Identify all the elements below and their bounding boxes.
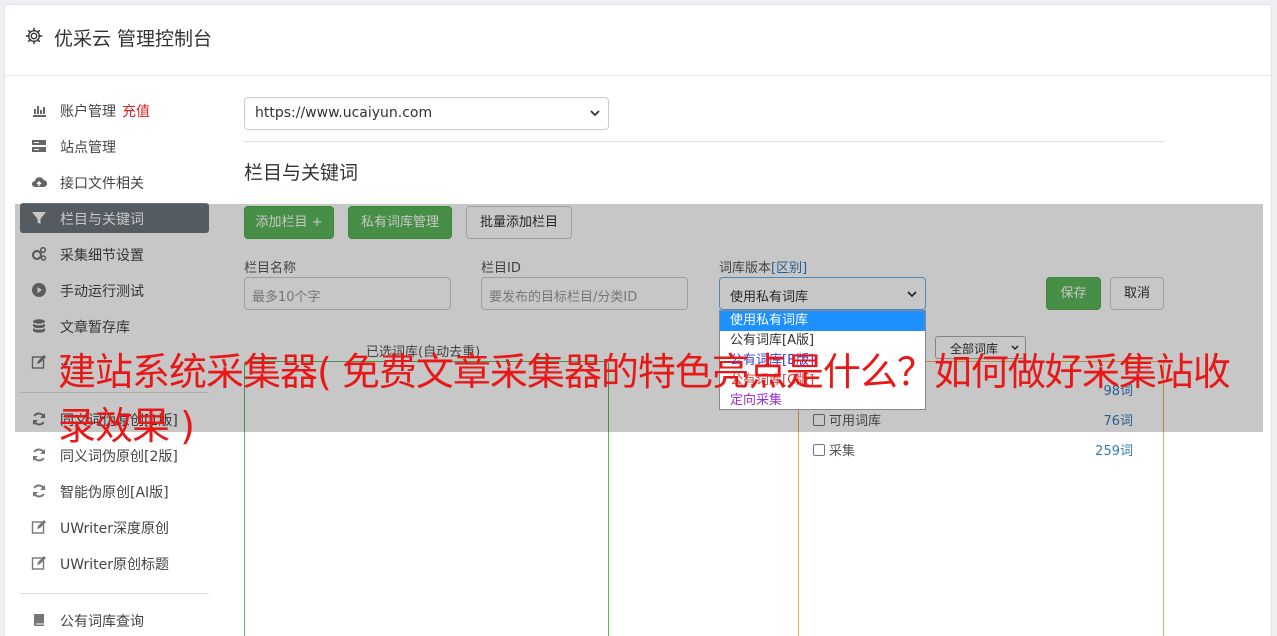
book-icon [34,614,44,626]
refresh-icon [33,412,45,426]
sidebar-item-sites[interactable]: 站点管理 [20,131,209,161]
sidebar-item-label: 手动运行测试 [60,284,144,300]
edit-icon [31,355,46,369]
column-id-input[interactable]: 要发布的目标栏目/分类ID [481,277,688,310]
section-title: 栏目与关键词 [244,162,359,184]
divider [244,141,1164,142]
private-lib-button[interactable]: 私有词库管理 [348,206,452,239]
lib-version-select[interactable]: 使用私有词库 [719,277,926,310]
column-name-input[interactable]: 最多10个字 [244,277,451,310]
sidebar-item-label: 采集细节设置 [60,248,144,264]
sidebar-item-collect-settings[interactable]: 采集细节设置 [20,239,209,269]
sidebar-item-label: UWriter深度原创 [60,521,169,537]
sidebar-item-label: 账户管理 [60,104,116,120]
sidebar-item-ai-rewrite[interactable]: 智能伪原创[AI版] [20,476,209,506]
sidebar-item-uwriter-deep[interactable]: UWriter深度原创 [20,512,209,542]
sidebar-item-public-lib[interactable]: 公有词库查询 [20,605,209,635]
batch-add-button[interactable]: 批量添加栏目 [466,206,572,239]
edit-icon [31,556,46,570]
refresh-icon [33,448,45,462]
sidebar-item-label: 公有词库查询 [60,614,144,630]
add-column-button[interactable]: 添加栏目 + [244,206,334,239]
sidebar-item-interface[interactable]: 接口文件相关 [20,167,209,197]
edit-icon [31,520,46,534]
lib-diff-link[interactable]: [区别] [771,261,807,276]
sidebar-item-label: 栏目与关键词 [60,212,144,228]
sidebar-item-label: 文章暂存库 [60,320,130,336]
sidebar-item-manual-run[interactable]: 手动运行测试 [20,275,209,305]
sidebar-item-uwriter-title[interactable]: UWriter原创标题 [20,548,209,578]
page-header: 优采云 管理控制台 [5,5,1271,76]
bar-chart-icon [33,106,46,117]
refresh-icon [33,484,45,498]
cloud-upload-icon [32,177,47,188]
site-select[interactable]: https://www.ucaiyun.com [244,97,609,130]
page-title: 优采云 管理控制台 [54,28,213,50]
chevron-down-icon [907,291,917,298]
sidebar-item-account[interactable]: 账户管理 充值 [20,95,209,125]
column-id-label: 栏目ID [481,261,521,276]
recharge-link[interactable]: 充值 [122,104,150,120]
database-icon [33,319,45,333]
gear-icon [25,27,43,45]
play-circle-icon [32,283,46,297]
sidebar-item-article-store[interactable]: 文章暂存库 [20,311,209,341]
overlay-caption: 建站系统采集器( 免费文章采集器的特色亮点是什么？如何做好采集站收录效果 ) [58,350,1231,448]
sidebar-item-columns[interactable]: 栏目与关键词 [20,203,209,233]
sidebar-item-label: 接口文件相关 [60,176,144,192]
filter-icon [32,212,46,224]
server-icon [32,140,46,152]
chevron-down-icon [590,110,600,117]
save-button[interactable]: 保存 [1046,277,1101,310]
column-name-label: 栏目名称 [244,261,297,276]
cancel-button[interactable]: 取消 [1110,277,1164,310]
lib-version-label: 词库版本[区别] [719,261,808,276]
sidebar-item-label: UWriter原创标题 [60,557,169,573]
sidebar-divider [20,593,209,594]
dropdown-option[interactable]: 使用私有词库 [720,311,925,331]
cogs-icon [31,246,47,261]
sidebar-item-label: 站点管理 [60,140,116,156]
sidebar-item-label: 智能伪原创[AI版] [60,485,169,501]
